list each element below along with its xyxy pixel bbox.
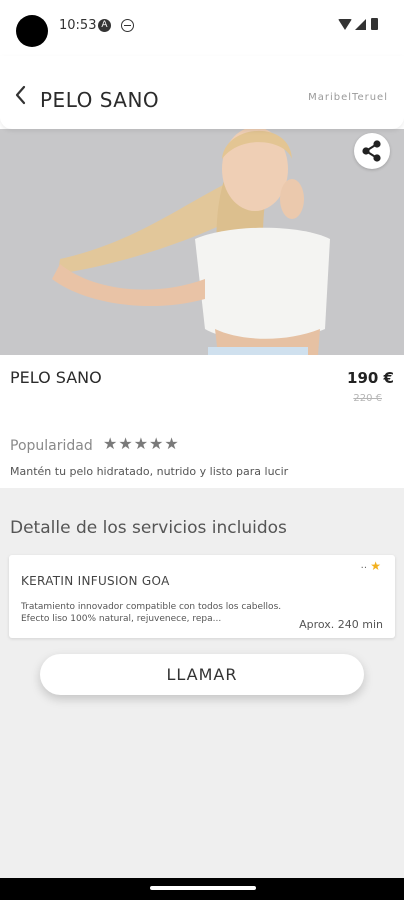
service-duration: Aprox. 240 min <box>299 618 383 631</box>
minus-circle-icon <box>121 19 134 32</box>
hero-photo <box>0 129 404 355</box>
product-name: PELO SANO <box>10 368 102 387</box>
product-old-price: 220 € <box>353 393 382 404</box>
service-card[interactable]: KERATIN INFUSION GOA .. ★ Tratamiento in… <box>9 555 395 638</box>
services-section: Detalle de los servicios incluidos KERAT… <box>0 488 404 878</box>
brand-label: MaribelTeruel <box>308 92 388 103</box>
back-button[interactable] <box>12 84 30 106</box>
product-image <box>0 129 404 355</box>
a-icon: A <box>98 19 111 32</box>
service-description: Tratamiento innovador compatible con tod… <box>21 602 282 624</box>
status-time: 10:53 <box>59 18 97 33</box>
wifi-icon <box>338 19 352 30</box>
share-icon <box>362 140 381 162</box>
home-indicator[interactable] <box>150 886 256 890</box>
service-dots: .. <box>360 560 367 571</box>
status-bar: 10:53 A <box>0 0 404 56</box>
services-title: Detalle de los servicios incluidos <box>10 518 287 538</box>
popularity-label: Popularidad <box>10 438 93 454</box>
star-icon: ★ <box>370 559 381 573</box>
rating-stars: ★★★★★ <box>103 434 180 453</box>
status-indicators <box>338 18 378 30</box>
system-nav-bar <box>0 878 404 900</box>
signal-icon <box>355 19 366 30</box>
battery-icon <box>371 18 378 30</box>
product-description: Mantén tu pelo hidratado, nutrido y list… <box>10 465 289 478</box>
chevron-left-icon <box>15 85 26 105</box>
camera-cutout <box>16 15 48 47</box>
page-title: PELO SANO <box>40 88 160 112</box>
app-header: PELO SANO MaribelTeruel <box>0 56 404 129</box>
call-button[interactable]: LLAMAR <box>40 654 364 695</box>
share-button[interactable] <box>354 133 390 169</box>
product-price: 190 € <box>347 369 394 387</box>
service-name: KERATIN INFUSION GOA <box>21 574 170 588</box>
